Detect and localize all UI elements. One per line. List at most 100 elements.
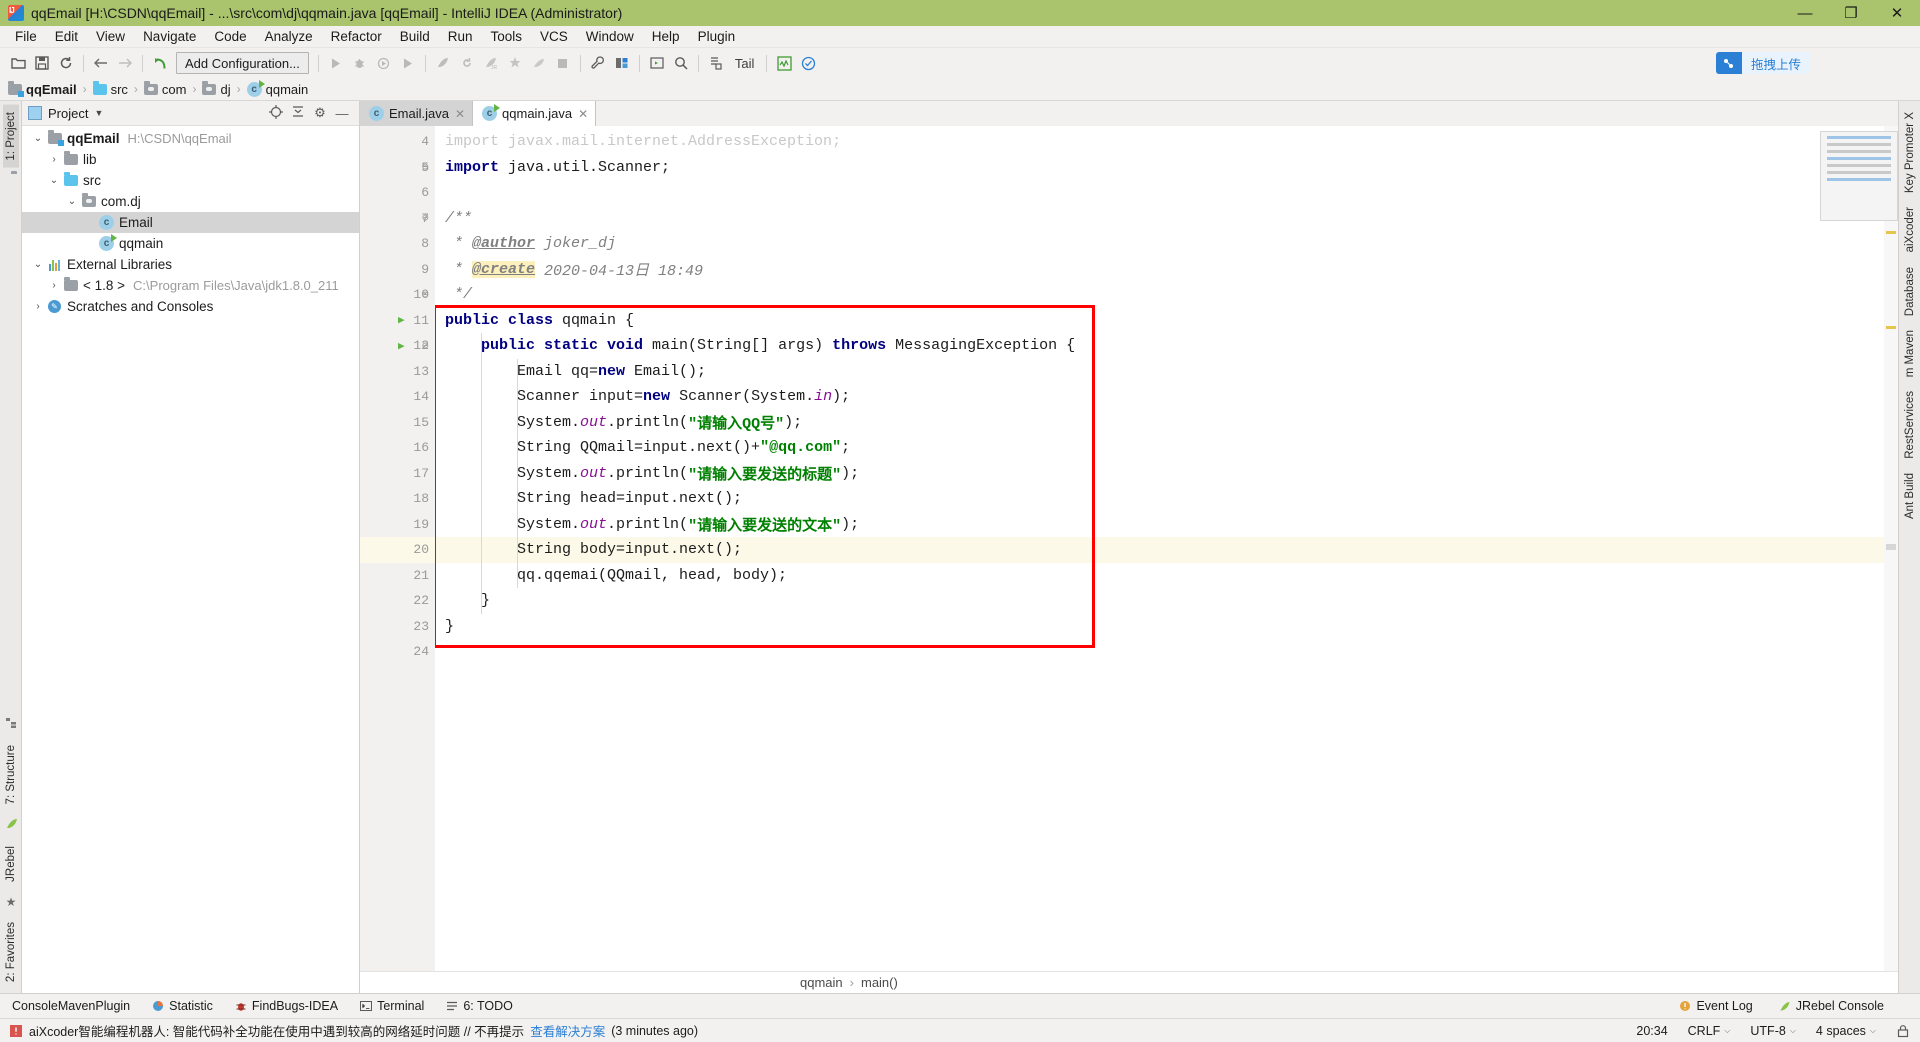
gutter-line-number[interactable]: 23: [360, 614, 435, 640]
warning-marker[interactable]: [1886, 326, 1896, 329]
code-line[interactable]: import java.util.Scanner;: [435, 155, 1884, 181]
indent-setting[interactable]: 4 spaces ⌵: [1816, 1024, 1876, 1038]
code-line[interactable]: String body=input.next();: [435, 537, 1884, 563]
tree-node-external-libraries[interactable]: ⌄ External Libraries: [22, 254, 359, 275]
tool-window-event-log[interactable]: Event Log: [1679, 999, 1753, 1013]
project-structure-icon[interactable]: [610, 51, 634, 75]
sidebar-item-structure[interactable]: 7: Structure: [3, 738, 19, 811]
run-icon[interactable]: [324, 51, 348, 75]
code-line[interactable]: * @create 2020-04-13日 18:49: [435, 257, 1884, 283]
run-with-coverage-icon[interactable]: [372, 51, 396, 75]
open-folder-icon[interactable]: [6, 51, 30, 75]
gutter-line-number[interactable]: 22: [360, 588, 435, 614]
gutter-line-number[interactable]: 19: [360, 512, 435, 538]
file-encoding[interactable]: UTF-8 ⌵: [1750, 1024, 1796, 1038]
line-separator[interactable]: CRLF ⌵: [1688, 1024, 1731, 1038]
tail-button[interactable]: Tail: [728, 56, 762, 71]
sidebar-item-project[interactable]: 1: Project: [2, 105, 19, 168]
code-line[interactable]: [435, 180, 1884, 206]
close-button[interactable]: ✕: [1874, 0, 1920, 26]
tree-node-qqemail[interactable]: ⌄ qqEmail H:\CSDN\qqEmail: [22, 128, 359, 149]
wrench-icon[interactable]: [586, 51, 610, 75]
code-line[interactable]: qq.qqemai(QQmail, head, body);: [435, 563, 1884, 589]
code-line[interactable]: String head=input.next();: [435, 486, 1884, 512]
stop-icon[interactable]: [551, 51, 575, 75]
twisty-icon[interactable]: ›: [46, 154, 62, 165]
twisty-icon[interactable]: ⌄: [30, 259, 46, 270]
lock-icon[interactable]: [1896, 1024, 1910, 1038]
run-gutter-icon[interactable]: ▶: [398, 313, 405, 327]
code-fold-icon[interactable]: ⊖: [422, 339, 429, 353]
gutter-line-number[interactable]: 16: [360, 435, 435, 461]
tree-node-jdk[interactable]: › < 1.8 > C:\Program Files\Java\jdk1.8.0…: [22, 275, 359, 296]
menu-code[interactable]: Code: [205, 27, 255, 46]
status-link[interactable]: 查看解决方案: [530, 1021, 605, 1040]
menu-file[interactable]: File: [6, 27, 46, 46]
collapse-all-icon[interactable]: [287, 105, 309, 122]
menu-tools[interactable]: Tools: [482, 27, 532, 46]
gutter-line-number[interactable]: 7 ⊖: [360, 206, 435, 232]
sidebar-item-restservices[interactable]: RestServices: [1902, 384, 1918, 466]
code-line[interactable]: /**: [435, 206, 1884, 232]
gutter-line-number[interactable]: 5 ⊖: [360, 155, 435, 181]
code-fold-icon[interactable]: ⊖: [422, 288, 429, 302]
menu-window[interactable]: Window: [577, 27, 643, 46]
close-icon[interactable]: ✕: [578, 107, 588, 121]
debug-icon[interactable]: [348, 51, 372, 75]
gutter-line-number[interactable]: 17: [360, 461, 435, 487]
tool-window-jrebel-console[interactable]: JRebel Console: [1779, 999, 1884, 1013]
sidebar-item-favorites[interactable]: 2: Favorites: [3, 915, 19, 989]
jrebel-coverage-icon[interactable]: [503, 51, 527, 75]
tool-window-terminal[interactable]: Terminal: [360, 999, 424, 1013]
tree-node-comdj[interactable]: ⌄ com.dj: [22, 191, 359, 212]
maximize-button[interactable]: ❐: [1828, 0, 1874, 26]
code-fold-icon[interactable]: ⊖: [422, 160, 429, 174]
gutter-line-number[interactable]: 11 ▶: [360, 308, 435, 334]
revert-arrow-icon[interactable]: [148, 51, 172, 75]
menu-edit[interactable]: Edit: [46, 27, 87, 46]
caret-position[interactable]: 20:34: [1636, 1024, 1667, 1038]
jrebel-reload-icon[interactable]: [455, 51, 479, 75]
tool-window-statistic[interactable]: Statistic: [152, 999, 213, 1013]
menu-navigate[interactable]: Navigate: [134, 27, 205, 46]
menu-vcs[interactable]: VCS: [531, 27, 577, 46]
monitor-icon[interactable]: [772, 51, 796, 75]
close-icon[interactable]: ✕: [455, 107, 465, 121]
breadcrumb-item-qqemail[interactable]: qqEmail: [8, 80, 77, 97]
menu-help[interactable]: Help: [643, 27, 689, 46]
code-line[interactable]: System. out .println("请输入要发送的文本");: [435, 512, 1884, 538]
tool-window-consolemavenplugin[interactable]: ConsoleMavenPlugin: [12, 999, 130, 1013]
arrow-left-icon[interactable]: [89, 51, 113, 75]
code-line[interactable]: }: [435, 588, 1884, 614]
gutter-line-number[interactable]: 18: [360, 486, 435, 512]
breadcrumb-item-qqmain[interactable]: c qqmain: [246, 79, 308, 97]
sidebar-item-ant-build[interactable]: Ant Build: [1902, 466, 1918, 526]
run-gutter-icon[interactable]: ▶: [398, 339, 405, 353]
tab-qqmain-java[interactable]: c qqmain.java ✕: [473, 101, 597, 126]
tool-window-todo[interactable]: 6: TODO: [446, 999, 513, 1013]
menu-plugin[interactable]: Plugin: [689, 27, 745, 46]
settings-gear-icon[interactable]: ⚙: [309, 105, 331, 121]
tab-email-java[interactable]: c Email.java ✕: [360, 101, 474, 126]
code-line[interactable]: public static void main(String[] args) t…: [435, 333, 1884, 359]
breadcrumb-method[interactable]: main(): [861, 975, 898, 990]
twisty-icon[interactable]: ⌄: [46, 175, 62, 186]
save-icon[interactable]: [30, 51, 54, 75]
code-fold-icon[interactable]: ⊖: [422, 211, 429, 225]
jrebel-run-icon[interactable]: [431, 51, 455, 75]
sidebar-item-database[interactable]: Database: [1902, 260, 1918, 323]
twisty-icon[interactable]: ›: [46, 280, 62, 291]
code-content[interactable]: import javax.mail.internet.AddressExcept…: [435, 126, 1884, 971]
jrebel-profile-icon[interactable]: [527, 51, 551, 75]
chevron-down-icon[interactable]: ▼: [94, 108, 103, 118]
gutter-line-number[interactable]: 13: [360, 359, 435, 385]
gutter-line-number[interactable]: 20: [360, 537, 435, 563]
code-line[interactable]: }: [435, 614, 1884, 640]
tree-node-qqmain[interactable]: c qqmain: [22, 233, 359, 254]
code-line[interactable]: System. out .println("请输入QQ号");: [435, 410, 1884, 436]
gutter-line-number[interactable]: 8: [360, 231, 435, 257]
hide-panel-icon[interactable]: —: [331, 106, 353, 121]
gutter-line-number[interactable]: 24: [360, 639, 435, 665]
arrow-right-icon[interactable]: [113, 51, 137, 75]
console-icon[interactable]: [645, 51, 669, 75]
